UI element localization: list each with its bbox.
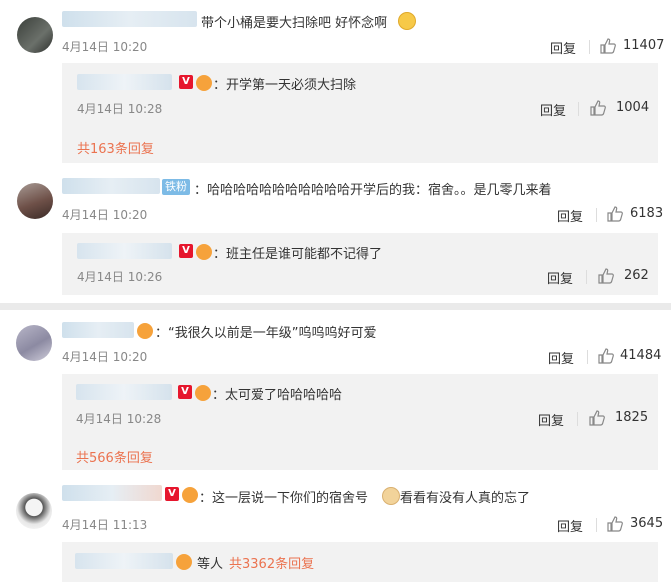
divider [578,102,579,116]
divider [596,208,597,222]
like-count[interactable]: 11407 [623,38,664,53]
verified-badge-icon: V [179,244,193,258]
comment-panel-2: ：“我很久以前是一年级”呜呜呜好可爱 4月14日 10:20 回复 41484 … [0,310,671,588]
comment-time: 4月14日 11:13 [62,518,148,532]
reply-time: 4月14日 10:28 [77,102,163,116]
reply-button[interactable]: 回复 [548,348,574,367]
username[interactable] [62,322,134,338]
heart-emoji-icon [137,323,153,339]
heart-emoji-icon [195,385,211,401]
username[interactable] [62,178,160,194]
thumbs-up-icon[interactable] [598,348,614,364]
smile-sad-emoji-icon [398,12,416,30]
reply-username[interactable] [76,384,172,400]
comment-time: 4月14日 10:20 [62,350,148,364]
comment-text: ：哈哈哈哈哈哈哈哈哈哈哈开学后的我：宿舍。。是几零几来着 [194,183,552,198]
verified-badge-icon: V [165,487,179,501]
reply-text: 等人 [197,557,224,572]
reply-button[interactable]: 回复 [540,100,566,119]
heart-emoji-icon [196,244,212,260]
more-replies-link[interactable]: 共163条回复 [77,138,154,157]
reply-button[interactable]: 回复 [557,516,583,535]
avatar[interactable] [17,17,53,53]
divider [577,412,578,426]
reply-username[interactable] [75,553,173,569]
reply-username[interactable] [77,74,172,90]
heart-emoji-icon [176,554,192,570]
reply-text: ：开学第一天必须大扫除 [213,78,357,93]
avatar[interactable] [16,325,52,361]
thumbs-up-icon[interactable] [607,516,623,532]
like-count[interactable]: 41484 [620,348,661,363]
divider [596,518,597,532]
like-count[interactable]: 6183 [630,206,663,221]
reply-text: ：班主任是谁可能都不记得了 [213,247,383,262]
like-count[interactable]: 1004 [616,100,649,115]
reply-button[interactable]: 回复 [547,268,573,287]
comment-text-continued: 看看有没有人真的忘了 [400,491,531,506]
comment-text: 带个小桶是要大扫除吧 好怀念啊 [201,16,388,31]
username[interactable] [62,11,197,27]
verified-badge-icon: V [178,385,192,399]
verified-badge-icon: V [179,75,193,89]
thumbs-up-icon[interactable] [607,206,623,222]
more-replies-link[interactable]: 共566条回复 [76,447,153,466]
comment-text: ：“我很久以前是一年级”呜呜呜好可爱 [155,326,377,341]
reply-time: 4月14日 10:26 [77,270,163,284]
thumbs-up-icon[interactable] [589,410,605,426]
reply-button[interactable]: 回复 [538,410,564,429]
like-count[interactable]: 262 [624,268,649,283]
comment-text: ：这一层说一下你们的宿舍号 [199,491,369,506]
divider [587,350,588,364]
comment-time: 4月14日 10:20 [62,40,148,54]
divider [586,270,587,284]
heart-emoji-icon [182,487,198,503]
username[interactable] [62,485,162,501]
reply-button[interactable]: 回复 [550,38,576,57]
like-count[interactable]: 1825 [615,410,648,425]
thumbs-up-icon[interactable] [590,100,606,116]
like-count[interactable]: 3645 [630,516,663,531]
avatar[interactable] [17,183,53,219]
reply-time: 4月14日 10:28 [76,412,162,426]
reply-username[interactable] [77,243,172,259]
comment-panel-1: 带个小桶是要大扫除吧 好怀念啊 4月14日 10:20 回复 11407 V ：… [0,0,671,303]
reply-text: ：太可爱了哈哈哈哈哈 [212,388,343,403]
thumbs-up-icon[interactable] [600,38,616,54]
avatar[interactable] [16,493,52,529]
divider [589,40,590,54]
reply-button[interactable]: 回复 [557,206,583,225]
comment-time: 4月14日 10:20 [62,208,148,222]
heart-emoji-icon [196,75,212,91]
more-replies-link[interactable]: 共3362条回复 [229,553,314,572]
fan-tag: 铁粉 [162,179,190,195]
thumbs-up-icon[interactable] [598,268,614,284]
dog-face-emoji-icon [382,487,400,505]
